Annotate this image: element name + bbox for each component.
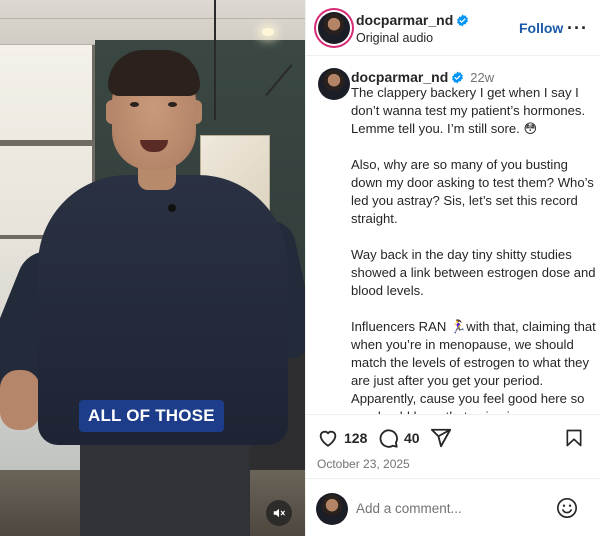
like-button[interactable]: 128 [317, 427, 367, 449]
mute-button[interactable] [266, 500, 292, 526]
caption-comment: docparmar_nd 22w The clappery backery I g… [306, 56, 600, 414]
audio-label[interactable]: Original audio [356, 31, 433, 45]
pants [80, 440, 250, 536]
eye [130, 102, 139, 107]
video-caption-overlay: ALL OF THOSE [79, 400, 224, 432]
mute-icon [273, 508, 285, 518]
more-icon[interactable]: ··· [567, 18, 588, 39]
share-icon [430, 428, 452, 448]
post-date[interactable]: October 23, 2025 [317, 457, 410, 471]
heart-icon [319, 430, 337, 447]
comment-icon [379, 429, 398, 448]
lapel-mic [168, 204, 176, 212]
post-username-text[interactable]: docparmar_nd [351, 69, 448, 85]
hair [108, 50, 200, 96]
caption-paragraph: Way back in the day tiny shitty studies … [351, 247, 596, 298]
header-username[interactable]: docparmar_nd [356, 12, 469, 28]
eyebrow [124, 92, 144, 96]
bookmark-icon [566, 429, 582, 447]
post-panel: docparmar_nd Original audio Follow ··· d… [305, 0, 600, 536]
header-username-text[interactable]: docparmar_nd [356, 12, 453, 28]
action-bar: 128 40 October 23, 2025 [306, 414, 600, 478]
caption-paragraph: Influencers RAN 🏃‍♀️with that, claiming … [351, 319, 596, 414]
speaker [0, 0, 305, 536]
comment-input[interactable]: Add a comment... [356, 501, 462, 516]
like-count[interactable]: 128 [344, 430, 367, 446]
caption-paragraph: Also, why are so many of you busting dow… [351, 157, 594, 226]
comment-count[interactable]: 40 [404, 430, 420, 446]
eyebrow [162, 92, 182, 96]
emoji-icon [557, 498, 577, 518]
viewer-avatar [316, 493, 348, 525]
add-comment-bar: Add a comment... [306, 478, 600, 536]
post-time[interactable]: 22w [470, 70, 494, 85]
verified-badge-icon [457, 14, 469, 27]
share-button[interactable] [430, 427, 452, 449]
post-username[interactable]: docparmar_nd 22w [351, 69, 494, 85]
post-avatar[interactable] [318, 68, 350, 100]
post-header: docparmar_nd Original audio Follow ··· [306, 0, 600, 56]
verified-badge-icon [452, 71, 464, 84]
save-button[interactable] [564, 427, 584, 449]
caption-paragraph: The clappery backery I get when I say I … [351, 85, 586, 136]
eye [168, 102, 177, 107]
follow-button[interactable]: Follow [519, 20, 563, 36]
reel-video[interactable]: ALL OF THOSE [0, 0, 305, 536]
comment-button[interactable]: 40 [377, 427, 420, 449]
post-caption: The clappery backery I get when I say I … [351, 84, 597, 414]
emoji-button[interactable] [556, 497, 578, 524]
header-avatar[interactable] [318, 12, 350, 44]
left-hand [0, 370, 40, 430]
